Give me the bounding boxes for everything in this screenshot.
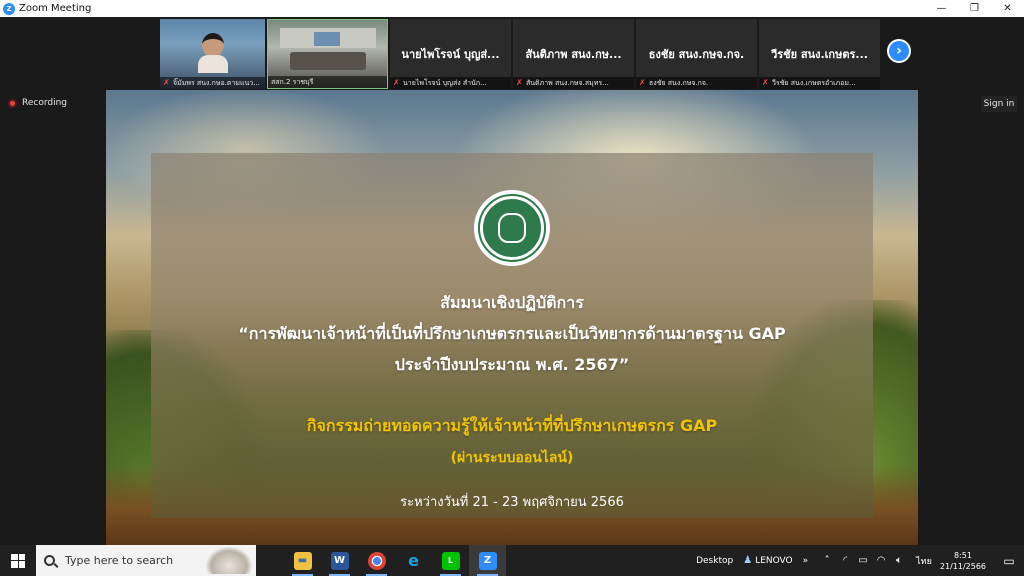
participant-video (198, 33, 228, 73)
battery-icon[interactable]: ▭ (854, 555, 872, 566)
participant-caption: ✗ นายไพโรจน์ บุญส่ง สำนัก... (390, 77, 511, 89)
participant-display-name: สันติภาพ สนง.กษ... (525, 48, 622, 61)
restore-button[interactable]: ❐ (958, 0, 991, 17)
shared-screen: สัมมนาเชิงปฏิบัติการ “การพัฒนาเจ้าหน้าที… (106, 90, 918, 545)
slide-dates: ระหว่างวันที่ 21 - 23 พฤศจิกายน 2566 (400, 495, 624, 510)
zoom-logo-icon: Z (3, 2, 15, 15)
participant-tile[interactable]: ✗ จิ๊มัมพร สนง.กษอ.ตามแนว... (160, 19, 265, 89)
taskbar-app-chrome[interactable]: ● (358, 545, 395, 576)
sign-in-button[interactable]: Sign in (981, 96, 1017, 112)
muted-mic-icon: ✗ (516, 78, 523, 87)
network-icon[interactable]: ◜ (836, 555, 854, 566)
clock-time: 8:51 (953, 550, 972, 560)
pinned-apps: ▬ W ● e L Z (284, 545, 506, 576)
folder-icon: ▬ (293, 551, 312, 570)
slide-panel: สัมมนาเชิงปฏิบัติการ “การพัฒนาเจ้าหน้าที… (151, 153, 873, 518)
user-icon: ♟ (743, 555, 753, 566)
participant-name: สันติภาพ สนง.กษจ.สมุทร... (526, 78, 609, 87)
muted-mic-icon: ✗ (762, 78, 769, 87)
participant-name: นายไพโรจน์ บุญส่ง สำนัก... (403, 78, 487, 87)
window-title: Zoom Meeting (19, 3, 92, 14)
muted-mic-icon: ✗ (393, 78, 400, 87)
user-label[interactable]: LENOVO (755, 556, 792, 566)
participant-tile[interactable]: สันติภาพ สนง.กษ... ✗ สันติภาพ สนง.กษจ.สม… (513, 19, 634, 89)
participant-tile[interactable]: นายไพโรจน์ บุญส่... ✗ นายไพโรจน์ บุญส่ง … (390, 19, 511, 89)
participant-display-name: นายไพโรจน์ บุญส่... (401, 48, 500, 61)
participant-display-name: ธงชัย สนง.กษจ.กจ. (648, 48, 745, 61)
notifications-icon[interactable]: ▭ (994, 545, 1024, 576)
search-highlight-image (206, 547, 252, 574)
taskbar-app-word[interactable]: W (321, 545, 358, 576)
word-icon: W (330, 551, 349, 570)
window-controls: — ❐ ✕ (925, 0, 1024, 17)
participant-name: ธงชัย สนง.กษจ.กจ. (649, 78, 709, 87)
window-title-bar: Z Zoom Meeting — ❐ ✕ (0, 0, 1024, 17)
system-tray: Desktop ♟ LENOVO » ˄ ◜ ▭ ◠ 🔈︎ ไทย 8:51 2… (696, 545, 1024, 576)
next-participants-button[interactable]: › (887, 39, 911, 63)
participant-caption: สสก.2 ราชบุรี (268, 76, 387, 88)
windows-logo-icon (11, 553, 25, 568)
clock-date: 21/11/2566 (939, 561, 986, 571)
desktop-toolbar-label[interactable]: Desktop (696, 556, 733, 566)
chrome-icon: ● (367, 551, 386, 570)
minimize-button[interactable]: — (925, 0, 958, 17)
search-icon (44, 555, 55, 566)
input-language[interactable]: ไทย (916, 554, 932, 568)
taskbar-app-file-explorer[interactable]: ▬ (284, 545, 321, 576)
participant-name: จิ๊มัมพร สนง.กษอ.ตามแนว... (173, 78, 260, 87)
slide-mode: (ผ่านระบบออนไลน์) (450, 450, 574, 466)
participant-tile[interactable]: วีรชัย สนง.เกษตร... ✗ วีรชัย สนง.เกษตรอำ… (759, 19, 880, 89)
zoom-icon: Z (478, 551, 497, 570)
participant-display-name: วีรชัย สนง.เกษตร... (771, 48, 868, 61)
taskbar-app-zoom[interactable]: Z (469, 545, 506, 576)
muted-mic-icon: ✗ (639, 78, 646, 87)
meeting-area: ✗ จิ๊มัมพร สนง.กษอ.ตามแนว... สสก.2 ราชบุ… (0, 17, 1024, 545)
taskbar: Type here to search ▬ W ● e L Z Desktop … (0, 545, 1024, 576)
system-clock[interactable]: 8:51 21/11/2566 (940, 550, 986, 572)
recording-indicator[interactable]: Recording (8, 98, 67, 108)
slide-heading: สัมมนาเชิงปฏิบัติการ (440, 293, 584, 312)
taskbar-app-internet-explorer[interactable]: e (395, 545, 432, 576)
participant-name: วีรชัย สนง.เกษตรอำเภอม... (772, 78, 856, 87)
participant-name: สสก.2 ราชบุรี (271, 77, 314, 86)
participant-caption: ✗ จิ๊มัมพร สนง.กษอ.ตามแนว... (160, 77, 265, 89)
toolbar-chevron-icon[interactable]: » (803, 556, 809, 566)
participant-tile-active-speaker[interactable]: สสก.2 ราชบุรี (267, 19, 388, 89)
chevron-right-icon: › (896, 43, 902, 59)
participant-caption: ✗ สันติภาพ สนง.กษจ.สมุทร... (513, 77, 634, 89)
recording-label: Recording (22, 98, 68, 108)
participant-caption: ✗ ธงชัย สนง.กษจ.กจ. (636, 77, 757, 89)
taskbar-search-box[interactable]: Type here to search (36, 545, 256, 576)
start-button[interactable] (0, 545, 36, 576)
slide-title-year: ประจำปีงบประมาณ พ.ศ. 2567” (394, 355, 630, 374)
participant-strip: ✗ จิ๊มัมพร สนง.กษอ.ตามแนว... สสก.2 ราชบุ… (160, 19, 880, 89)
volume-icon[interactable]: 🔈︎ (890, 555, 908, 566)
department-seal-icon (474, 190, 550, 266)
search-placeholder: Type here to search (65, 554, 174, 567)
taskbar-app-line[interactable]: L (432, 545, 469, 576)
internet-explorer-icon: e (408, 551, 419, 570)
muted-mic-icon: ✗ (163, 78, 170, 87)
close-button[interactable]: ✕ (991, 0, 1024, 17)
participant-video (280, 28, 376, 74)
show-hidden-icons-chevron-up-icon[interactable]: ˄ (818, 555, 836, 566)
slide-activity: กิจกรรมถ่ายทอดความรู้ให้เจ้าหน้าที่ที่ปร… (306, 416, 718, 435)
line-icon: L (441, 551, 460, 570)
participant-tile[interactable]: ธงชัย สนง.กษจ.กจ. ✗ ธงชัย สนง.กษจ.กจ. (636, 19, 757, 89)
wifi-icon[interactable]: ◠ (872, 555, 890, 566)
slide-title: “การพัฒนาเจ้าหน้าที่เป็นที่ปรึกษาเกษตรกร… (238, 324, 786, 343)
participant-caption: ✗ วีรชัย สนง.เกษตรอำเภอม... (759, 77, 880, 89)
recording-dot-icon (8, 98, 17, 108)
